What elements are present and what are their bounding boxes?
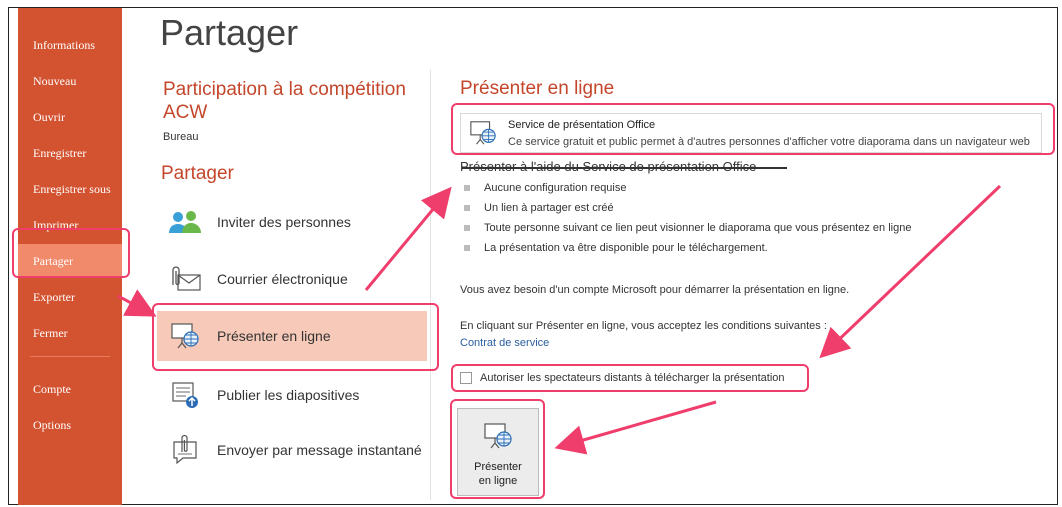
arrow-2 bbox=[364, 186, 452, 291]
annotation-arrows bbox=[117, 184, 1002, 455]
arrow-4 bbox=[554, 400, 717, 455]
arrow-1 bbox=[117, 289, 157, 317]
arrow-3 bbox=[819, 184, 1002, 359]
